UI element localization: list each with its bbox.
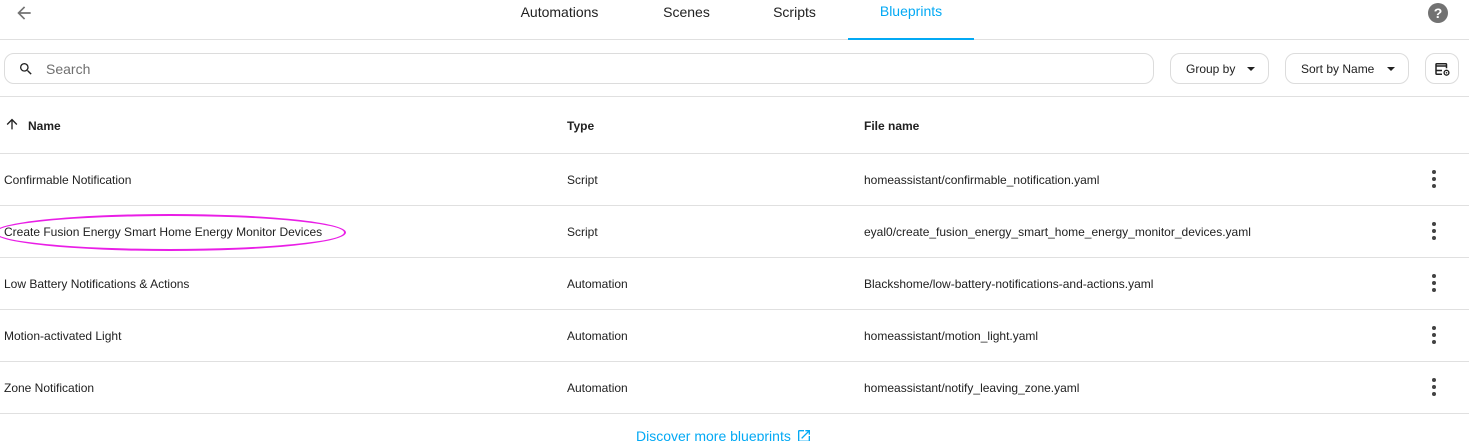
table-row[interactable]: Zone Notification Automation homeassista… xyxy=(0,362,1469,414)
tab-blueprints[interactable]: Blueprints xyxy=(848,0,974,40)
row-name: Low Battery Notifications & Actions xyxy=(4,277,190,291)
table-header: Name Type File name xyxy=(0,97,1469,154)
column-header-type[interactable]: Type xyxy=(567,119,594,133)
row-file-name: Blackshome/low-battery-notifications-and… xyxy=(864,277,1154,291)
table-settings-button[interactable] xyxy=(1425,53,1459,84)
tab-scenes[interactable]: Scenes xyxy=(632,0,741,40)
table-row[interactable]: Motion-activated Light Automation homeas… xyxy=(0,310,1469,362)
top-nav-bar: Automations Scenes Scripts Blueprints ? xyxy=(0,0,1469,40)
sort-by-dropdown[interactable]: Sort by Name xyxy=(1285,53,1409,84)
arrow-up-icon[interactable] xyxy=(4,116,20,132)
row-type: Automation xyxy=(567,381,628,395)
row-name: Confirmable Notification xyxy=(4,173,132,187)
dots-vertical-icon[interactable] xyxy=(1426,378,1442,396)
group-by-dropdown[interactable]: Group by xyxy=(1170,53,1269,84)
column-header-name[interactable]: Name xyxy=(28,119,61,133)
group-by-label: Group by xyxy=(1186,61,1236,76)
back-button[interactable] xyxy=(10,0,38,26)
tab-bar: Automations Scenes Scripts Blueprints xyxy=(487,0,974,40)
dots-vertical-icon[interactable] xyxy=(1426,222,1442,240)
table-row[interactable]: Create Fusion Energy Smart Home Energy M… xyxy=(0,206,1469,258)
discover-blueprints-label: Discover more blueprints xyxy=(636,428,791,441)
blueprints-page: Automations Scenes Scripts Blueprints ? … xyxy=(0,0,1469,441)
row-type: Script xyxy=(567,173,598,187)
row-name: Motion-activated Light xyxy=(4,329,122,343)
row-file-name: homeassistant/confirmable_notification.y… xyxy=(864,173,1100,187)
row-type: Automation xyxy=(567,329,628,343)
discover-blueprints-link[interactable]: Discover more blueprints xyxy=(636,428,812,441)
caret-down-icon xyxy=(1387,67,1395,71)
table-row[interactable]: Confirmable Notification Script homeassi… xyxy=(0,154,1469,206)
table-row[interactable]: Low Battery Notifications & Actions Auto… xyxy=(0,258,1469,310)
row-name: Create Fusion Energy Smart Home Energy M… xyxy=(4,225,323,239)
open-in-new-icon xyxy=(797,430,810,441)
row-file-name: eyal0/create_fusion_energy_smart_home_en… xyxy=(864,225,1251,239)
help-icon[interactable]: ? xyxy=(1428,3,1448,23)
row-type: Automation xyxy=(567,277,628,291)
tab-automations[interactable]: Automations xyxy=(487,0,632,40)
row-name: Zone Notification xyxy=(4,381,95,395)
search-input[interactable] xyxy=(44,57,1138,81)
dots-vertical-icon[interactable] xyxy=(1426,170,1442,188)
dots-vertical-icon[interactable] xyxy=(1426,326,1442,344)
table-cog-icon xyxy=(1435,62,1450,76)
row-file-name: homeassistant/motion_light.yaml xyxy=(864,329,1039,343)
column-header-file-name[interactable]: File name xyxy=(864,119,919,133)
sort-by-label: Sort by Name xyxy=(1301,61,1375,76)
arrow-left-icon xyxy=(17,6,31,20)
caret-down-icon xyxy=(1247,67,1255,71)
dots-vertical-icon[interactable] xyxy=(1426,274,1442,292)
search-box[interactable] xyxy=(4,53,1154,84)
tab-scripts[interactable]: Scripts xyxy=(741,0,848,40)
row-file-name: homeassistant/notify_leaving_zone.yaml xyxy=(864,381,1080,395)
row-type: Script xyxy=(567,225,598,239)
search-icon xyxy=(20,63,32,75)
